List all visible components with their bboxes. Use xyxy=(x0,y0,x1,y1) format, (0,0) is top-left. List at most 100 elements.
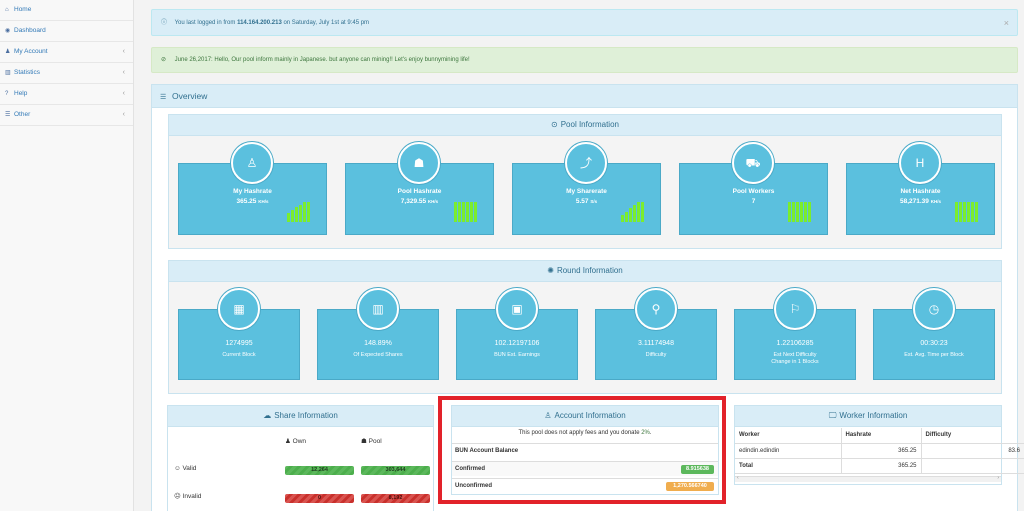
hospital-h-icon: H xyxy=(899,142,941,184)
worker-table: Worker Hashrate Difficulty edindin.edind… xyxy=(735,428,1024,474)
list-icon: ☰ xyxy=(5,112,11,118)
card-title: My Sharerate xyxy=(566,188,607,195)
sitemap-icon: ⚐ xyxy=(774,288,816,330)
users-icon: ☗ xyxy=(398,142,440,184)
login-prefix: You last logged in from xyxy=(174,20,236,26)
chevron-left-icon: ‹ xyxy=(122,111,125,118)
sparkline-bars xyxy=(287,202,310,222)
card-label: Est. Avg. Time per Block xyxy=(904,352,964,358)
card-value: 3.11174948 xyxy=(638,340,674,347)
total-hashrate: 365.25 xyxy=(841,458,922,474)
login-ip: 114.164.200.213 xyxy=(237,20,282,26)
sidebar-item-label: Other xyxy=(14,111,31,118)
scroll-right-icon[interactable]: › xyxy=(997,475,999,481)
invalid-row-label: ☹ Invalid xyxy=(174,493,202,500)
list-icon: ☰ xyxy=(160,94,167,101)
card-title: Pool Workers xyxy=(732,188,775,195)
card-label: Difficulty xyxy=(645,352,667,358)
home-icon: ⌂ xyxy=(5,7,9,13)
total-difficulty xyxy=(921,458,1024,474)
dot-circle-icon: ⊙ xyxy=(551,120,558,129)
sidebar-item-home[interactable]: ⌂ Home xyxy=(0,0,133,21)
card-value: 1.22106285 xyxy=(776,340,814,347)
valid-own-badge: 12,264 xyxy=(285,466,354,475)
sidebar: ⌂ Home ◉ Dashboard ♟ My Account ‹ ▥ Statisti… xyxy=(0,0,134,511)
share-information-header: ☁ Share Information xyxy=(168,406,433,427)
round-information-header: ✺ Round Information xyxy=(169,261,1001,282)
chevron-left-icon: ‹ xyxy=(122,69,125,76)
table-row: Total 365.25 xyxy=(735,458,1024,474)
overview-header: ☰ Overview xyxy=(152,85,1017,108)
news-alert: ⊘ June 26,2017: Hello, Our pool inform m… xyxy=(151,47,1018,73)
sidebar-item-my-account[interactable]: ♟ My Account ‹ xyxy=(0,42,133,63)
clock-icon: ◷ xyxy=(913,288,955,330)
sidebar-item-label: Home xyxy=(14,6,32,13)
sidebar-item-dashboard[interactable]: ◉ Dashboard xyxy=(0,21,133,42)
sparkline-bars xyxy=(788,202,811,222)
overview-title: Overview xyxy=(172,91,208,101)
worker-name: edindin.edindin xyxy=(735,443,842,459)
users-icon: ☗ xyxy=(361,438,369,445)
pool-information-header: ⊙ Pool Information xyxy=(169,115,1001,136)
share-information-panel: ☁ Share Information ♟ Own ☗ Pool ☺ Valid … xyxy=(167,405,434,511)
map-marker-icon: ⚲ xyxy=(635,288,677,330)
desktop-icon: 🖵 xyxy=(828,411,837,420)
card-value: 1274995 xyxy=(225,340,253,347)
invalid-own-badge: 0 xyxy=(285,494,354,503)
user-icon: ♟ xyxy=(285,438,293,445)
card-value: 148.89% xyxy=(364,340,392,347)
valid-row-label: ☺ Valid xyxy=(174,465,197,472)
valid-pool-badge: 303,644 xyxy=(361,466,430,475)
share-arrow-icon: ⤴ xyxy=(565,142,607,184)
column-header: Worker xyxy=(735,428,842,444)
check-circle-icon: ⊘ xyxy=(161,57,167,63)
card-value: 102.12197106 xyxy=(494,340,540,347)
worker-information-header: 🖵 Worker Information xyxy=(735,406,1001,427)
card-label: Current Block xyxy=(222,352,256,358)
share-information-title: Share Information xyxy=(274,411,338,420)
cloud-icon: ☁ xyxy=(263,411,272,420)
table-row: edindin.edindin 365.25 83.6 xyxy=(735,443,1024,459)
total-label: Total xyxy=(735,458,842,474)
login-suffix: on Saturday, July 1st at 9:45 pm xyxy=(283,20,370,26)
truck-icon: ⛟ xyxy=(732,142,774,184)
user-icon: ♟ xyxy=(5,49,11,55)
round-information-title: Round Information xyxy=(556,266,623,275)
card-title: My Hashrate xyxy=(233,188,272,195)
chevron-left-icon: ‹ xyxy=(122,48,125,55)
worker-hashrate: 365.25 xyxy=(841,443,922,459)
spinner-icon: ✺ xyxy=(547,266,554,275)
pool-information-section: ⊙ Pool Information My Hashrate 365.25 KH/… xyxy=(168,114,1002,249)
sparkline-bars xyxy=(955,202,978,222)
invalid-pool-badge: 8,192 xyxy=(361,494,430,503)
bar-chart-icon: ▥ xyxy=(5,70,11,76)
worker-difficulty: 83.6 xyxy=(921,443,1024,459)
sparkline-bars xyxy=(454,202,477,222)
sidebar-item-label: Dashboard xyxy=(14,27,46,34)
bar-chart-icon: ▥ xyxy=(357,288,399,330)
horizontal-scrollbar[interactable]: ‹ › xyxy=(735,475,1001,482)
money-icon: ▣ xyxy=(496,288,538,330)
male-user-icon: ♙ xyxy=(231,142,273,184)
sidebar-item-other[interactable]: ☰ Other ‹ xyxy=(0,105,133,126)
sidebar-item-label: Help xyxy=(14,90,28,97)
close-icon[interactable]: × xyxy=(1004,10,1009,36)
highlight-box xyxy=(438,396,726,504)
card-value: 00:30:23 xyxy=(920,340,948,347)
scroll-left-icon[interactable]: ‹ xyxy=(737,475,739,481)
sidebar-item-help[interactable]: ? Help ‹ xyxy=(0,84,133,105)
info-icon: ⓘ xyxy=(161,20,168,26)
card-label: Of Expected Shares xyxy=(353,352,403,358)
last-login-alert: ⓘ You last logged in from 114.164.200.21… xyxy=(151,9,1018,36)
pool-information-title: Pool Information xyxy=(560,120,619,129)
th-large-icon: ▦ xyxy=(218,288,260,330)
frown-icon: ☹ xyxy=(174,493,183,500)
pool-column-header: ☗ Pool xyxy=(361,438,382,445)
card-title: Pool Hashrate xyxy=(397,188,442,195)
worker-information-panel: 🖵 Worker Information Worker Hashrate Diff… xyxy=(734,405,1024,485)
sidebar-item-statistics[interactable]: ▥ Statistics ‹ xyxy=(0,63,133,84)
worker-information-title: Worker Information xyxy=(839,411,908,420)
question-icon: ? xyxy=(5,91,9,97)
sidebar-item-label: My Account xyxy=(14,48,48,55)
news-text: June 26,2017: Hello, Our pool inform mai… xyxy=(174,57,470,63)
